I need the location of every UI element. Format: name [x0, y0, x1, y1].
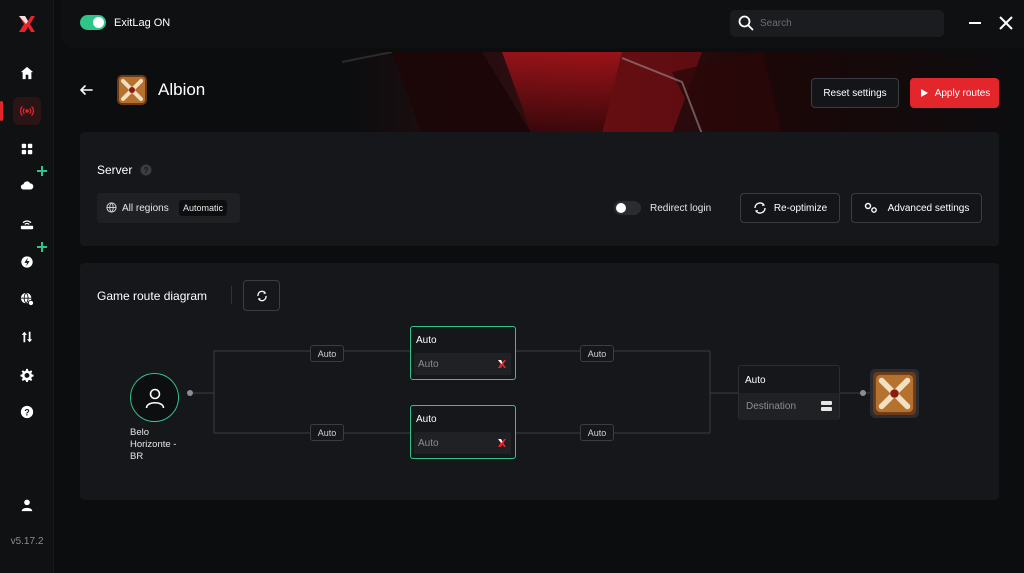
server-help-icon[interactable]: ?: [140, 164, 152, 176]
nav-router[interactable]: [13, 210, 41, 238]
nav-settings[interactable]: [13, 361, 41, 389]
albion-logo-icon: [873, 372, 916, 415]
exitlag-mark-icon: [498, 360, 506, 368]
advanced-settings-label: Advanced settings: [887, 202, 970, 214]
link-label: Auto: [310, 424, 344, 441]
nav-home[interactable]: [13, 59, 41, 87]
sidebar: ? v5.17.2: [0, 0, 54, 573]
gears-icon: [864, 202, 877, 213]
nav-profile[interactable]: [13, 491, 41, 519]
reoptimize-button[interactable]: Re-optimize: [740, 193, 840, 223]
destination-node[interactable]: Auto Destination: [738, 365, 840, 420]
title-divider: [231, 286, 232, 304]
nav-boost[interactable]: [13, 242, 47, 276]
cloud-gaming-icon: [20, 181, 34, 190]
node-server-label: Auto: [418, 438, 439, 449]
nav-transfer[interactable]: [13, 323, 41, 351]
svg-text:?: ?: [24, 408, 29, 418]
refresh-diagram-button[interactable]: [243, 280, 280, 311]
search-input[interactable]: [760, 10, 940, 37]
link-label: Auto: [310, 345, 344, 362]
exitlag-logo-icon: [19, 16, 35, 32]
destination-row: Destination: [739, 393, 839, 420]
destination-title: Auto: [745, 375, 766, 386]
transfer-icon: [21, 331, 33, 343]
node-title: Auto: [416, 335, 437, 346]
route-node-1[interactable]: Auto Auto: [410, 326, 516, 380]
reoptimize-label: Re-optimize: [773, 202, 828, 214]
region-mode-badge: Automatic: [179, 200, 228, 216]
apply-routes-button[interactable]: Apply routes: [910, 78, 999, 108]
nav-help[interactable]: ?: [13, 398, 41, 426]
play-icon: [920, 89, 928, 97]
redirect-login-toggle[interactable]: [614, 201, 641, 215]
nav-apps[interactable]: [13, 135, 41, 163]
svg-text:?: ?: [144, 166, 149, 175]
region-label: All regions: [122, 203, 169, 214]
profile-icon: [21, 499, 33, 512]
nav-cloud-gaming[interactable]: [13, 166, 47, 200]
route-diagram-panel: [80, 263, 999, 500]
boost-icon: [21, 256, 33, 268]
exitlag-status-label: ExitLag ON: [114, 17, 171, 29]
apply-routes-label: Apply routes: [934, 87, 991, 99]
node-server-row: Auto: [414, 353, 511, 375]
minimize-icon: [969, 22, 981, 24]
advanced-settings-button[interactable]: Advanced settings: [851, 193, 982, 223]
minimize-button[interactable]: [964, 12, 986, 34]
albion-logo-icon: [117, 75, 147, 105]
close-button[interactable]: [995, 12, 1017, 34]
exitlag-toggle[interactable]: [80, 15, 106, 30]
node-server-label: Auto: [418, 359, 439, 370]
node-title: Auto: [416, 414, 437, 425]
reset-settings-button[interactable]: Reset settings: [811, 78, 899, 108]
plus-badge-icon: [37, 242, 47, 252]
route-node-2[interactable]: Auto Auto: [410, 405, 516, 459]
user-icon: [145, 388, 164, 408]
nav-routes[interactable]: [0, 97, 41, 125]
game-endpoint: [870, 369, 919, 418]
app-version: v5.17.2: [10, 536, 44, 547]
route-diagram-title: Game route diagram: [97, 289, 208, 303]
server-icon: [821, 401, 832, 411]
network-icon: [20, 292, 34, 306]
game-title: Albion: [158, 80, 206, 99]
node-server-row: Auto: [414, 432, 511, 454]
nav-network[interactable]: [13, 285, 41, 313]
router-icon: [20, 220, 34, 230]
user-location-label: Belo Horizonte - BR: [130, 427, 177, 462]
server-title: Server: [97, 163, 133, 177]
refresh-icon: [256, 290, 267, 301]
close-icon: [999, 16, 1013, 30]
link-label: Auto: [580, 424, 614, 441]
help-icon: ?: [20, 405, 34, 419]
game-thumbnail: [117, 75, 147, 105]
link-label: Auto: [580, 345, 614, 362]
routes-icon: [20, 106, 34, 116]
redirect-login-label: Redirect login: [650, 203, 712, 214]
reoptimize-icon: [754, 202, 766, 214]
apps-icon: [21, 143, 33, 155]
server-panel: [80, 132, 999, 246]
user-avatar: [130, 373, 179, 422]
destination-label: Destination: [746, 401, 797, 412]
settings-icon: [20, 368, 34, 382]
back-arrow-icon[interactable]: [78, 82, 94, 98]
exitlag-mark-icon: [498, 439, 506, 447]
search-icon: [738, 15, 754, 31]
home-icon: [20, 66, 34, 80]
globe-icon: [106, 202, 117, 213]
plus-badge-icon: [37, 166, 47, 176]
